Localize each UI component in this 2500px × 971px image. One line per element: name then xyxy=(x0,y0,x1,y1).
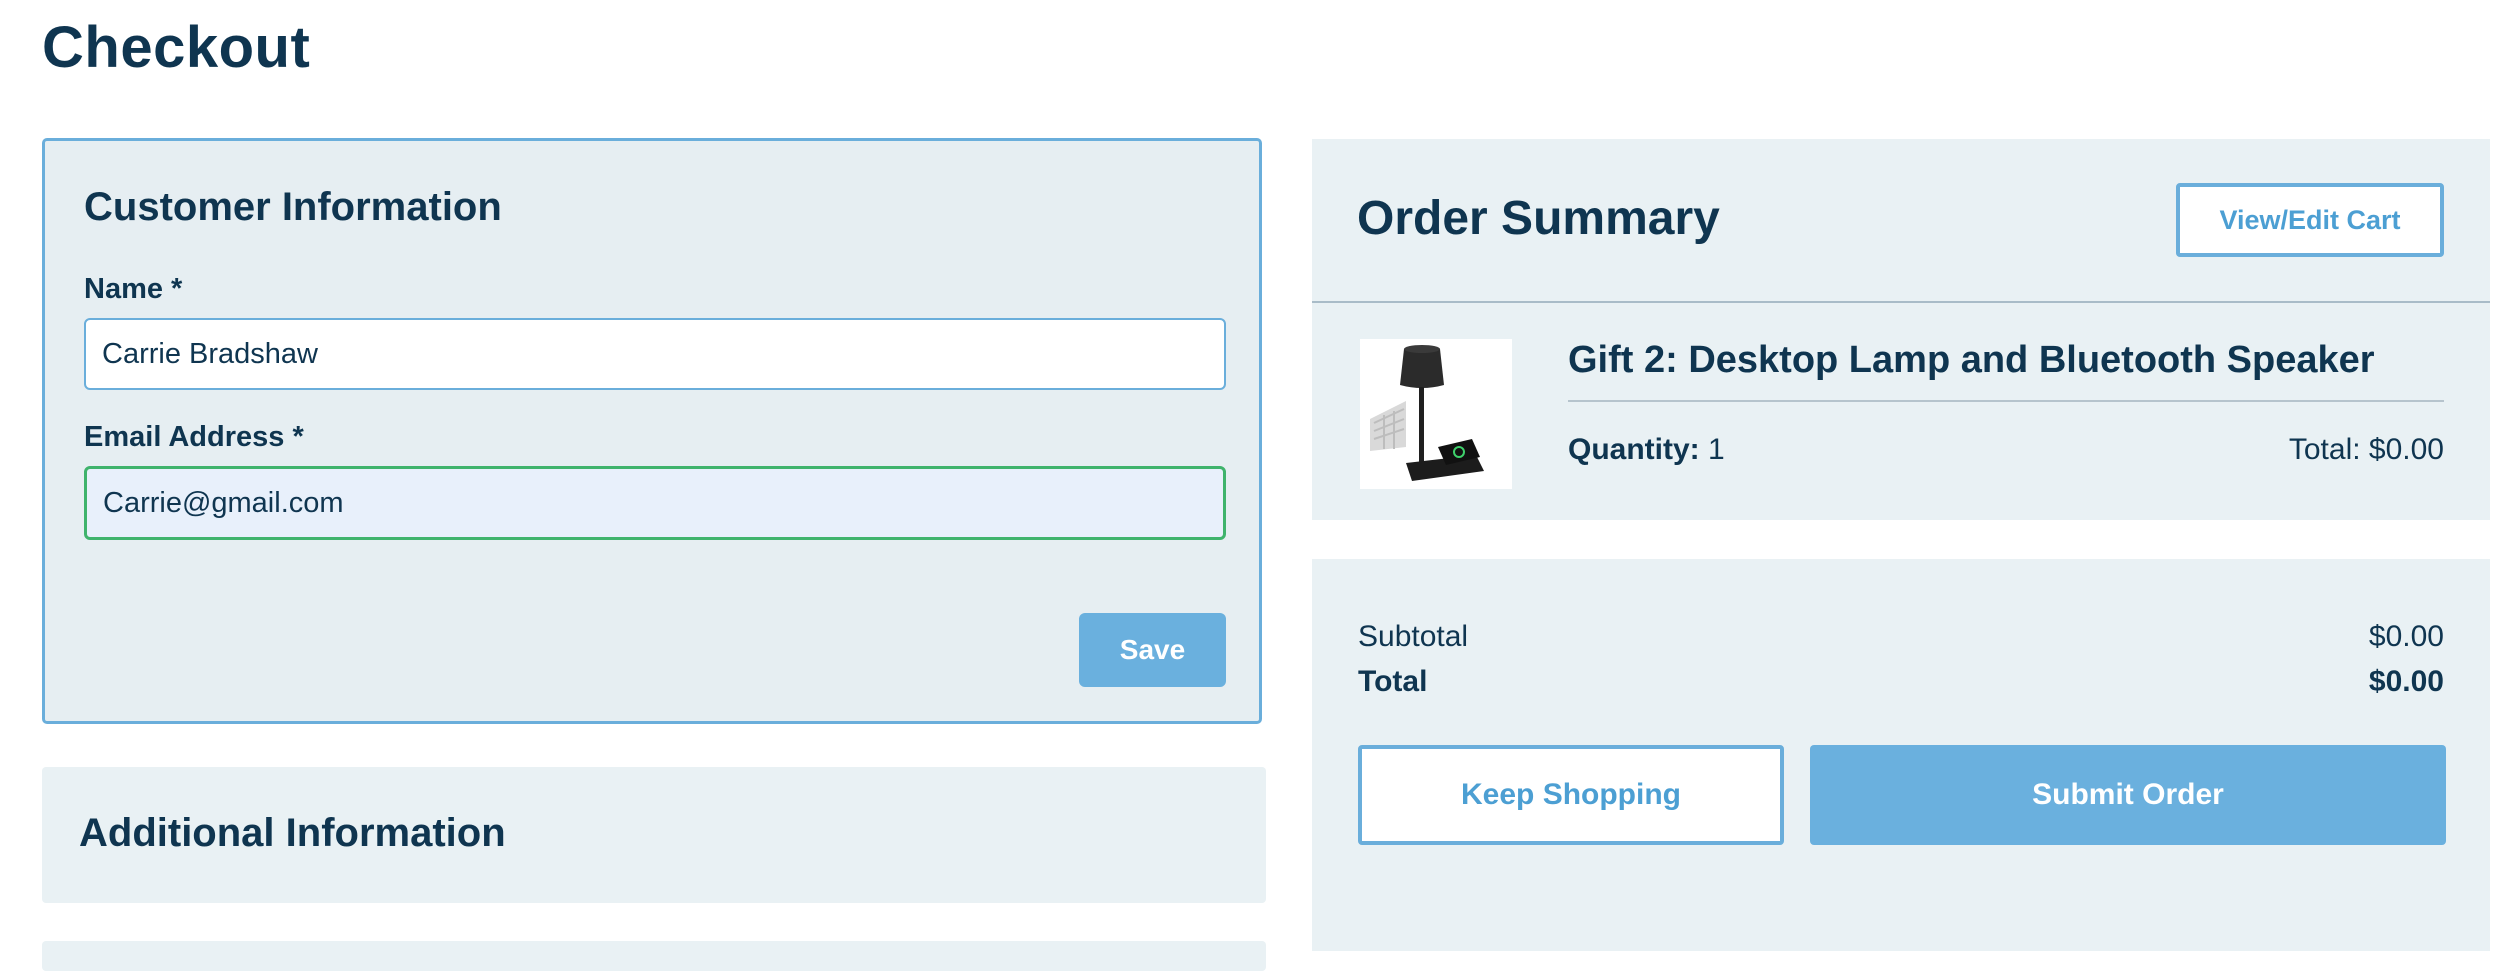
keep-shopping-button[interactable]: Keep Shopping xyxy=(1358,745,1784,845)
divider xyxy=(1568,400,2444,402)
quantity-value: 1 xyxy=(1708,433,1725,466)
lamp-speaker-icon xyxy=(1370,345,1484,481)
product-name: Gift 2: Desktop Lamp and Bluetooth Speak… xyxy=(1568,339,2375,381)
order-summary-panel: Order Summary View/Edit Cart Gift 2: Des… xyxy=(1312,139,2490,520)
subtotal-value: $0.00 xyxy=(2368,620,2444,653)
lamp-product-image xyxy=(1360,339,1512,489)
additional-information-heading: Additional Information xyxy=(79,811,506,855)
totals-panel: Subtotal $0.00 Total $0.00 Keep Shopping… xyxy=(1312,559,2490,951)
order-summary-heading: Order Summary xyxy=(1357,192,1720,245)
customer-information-heading: Customer Information xyxy=(84,185,502,229)
next-section-panel[interactable] xyxy=(42,941,1266,971)
speaker-grille-icon xyxy=(1370,401,1406,451)
email-label: Email Address * xyxy=(84,421,304,453)
page-title: Checkout xyxy=(42,15,311,80)
save-button[interactable]: Save xyxy=(1079,613,1226,687)
submit-order-button[interactable]: Submit Order xyxy=(1810,745,2446,845)
name-label: Name * xyxy=(84,273,183,305)
customer-information-panel: Customer Information Name * Email Addres… xyxy=(42,138,1262,724)
total-label: Total xyxy=(1358,665,1428,698)
divider xyxy=(1312,301,2490,303)
item-total: Total: $0.00 xyxy=(2288,433,2444,466)
quantity-label: Quantity: xyxy=(1568,433,1700,466)
view-edit-cart-button[interactable]: View/Edit Cart xyxy=(2176,183,2444,257)
quantity-row: Quantity: 1 xyxy=(1568,433,1725,467)
email-input[interactable] xyxy=(84,466,1226,540)
subtotal-label: Subtotal xyxy=(1358,620,1469,653)
additional-information-panel[interactable]: Additional Information xyxy=(42,767,1266,903)
name-input[interactable] xyxy=(84,318,1226,390)
total-value: $0.00 xyxy=(2368,665,2444,698)
